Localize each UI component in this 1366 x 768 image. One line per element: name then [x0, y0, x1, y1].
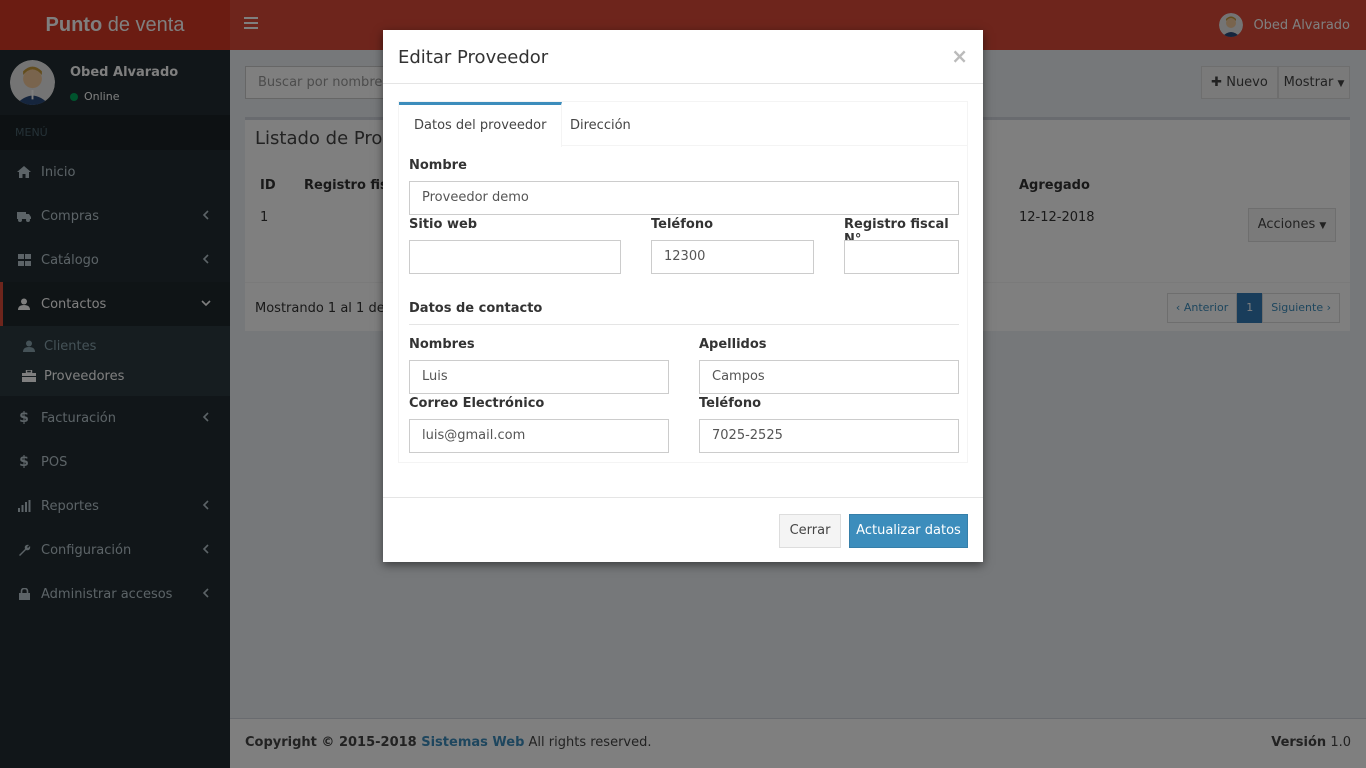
sitio-web-input[interactable]	[409, 240, 621, 274]
section-divider	[409, 324, 959, 325]
apellidos-label: Apellidos	[699, 337, 767, 352]
nombre-input[interactable]: Proveedor demo	[409, 181, 959, 215]
section-title-contacto: Datos de contacto	[409, 301, 543, 316]
update-button[interactable]: Actualizar datos	[849, 514, 968, 548]
modal-title: Editar Proveedor	[398, 47, 549, 68]
telefono-contacto-input[interactable]: 7025-2525	[699, 419, 959, 453]
apellidos-input[interactable]: Campos	[699, 360, 959, 394]
registro-fiscal-input[interactable]	[844, 240, 959, 274]
telefono-contacto-label: Teléfono	[699, 396, 762, 411]
close-icon[interactable]: ×	[951, 44, 968, 68]
tab-direccion[interactable]: Dirección	[555, 102, 646, 146]
correo-label: Correo Electrónico	[409, 396, 545, 411]
tab-bar: Datos del proveedor Dirección	[399, 102, 967, 147]
nombre-label: Nombre	[409, 158, 467, 173]
nombres-label: Nombres	[409, 337, 475, 352]
nombres-input[interactable]: Luis	[409, 360, 669, 394]
modal-footer: Cerrar Actualizar datos	[383, 497, 983, 562]
telefono-label: Teléfono	[651, 217, 714, 232]
close-button[interactable]: Cerrar	[779, 514, 841, 548]
tab-datos-proveedor[interactable]: Datos del proveedor	[399, 102, 563, 147]
modal-header: Editar Proveedor ×	[383, 30, 983, 84]
modal-tabs: Datos del proveedor Dirección Nombre Pro…	[398, 101, 968, 463]
correo-input[interactable]: luis@gmail.com	[409, 419, 669, 453]
telefono-input[interactable]: 12300	[651, 240, 814, 274]
sitio-web-label: Sitio web	[409, 217, 478, 232]
edit-provider-modal: Editar Proveedor × Datos del proveedor D…	[383, 30, 983, 562]
